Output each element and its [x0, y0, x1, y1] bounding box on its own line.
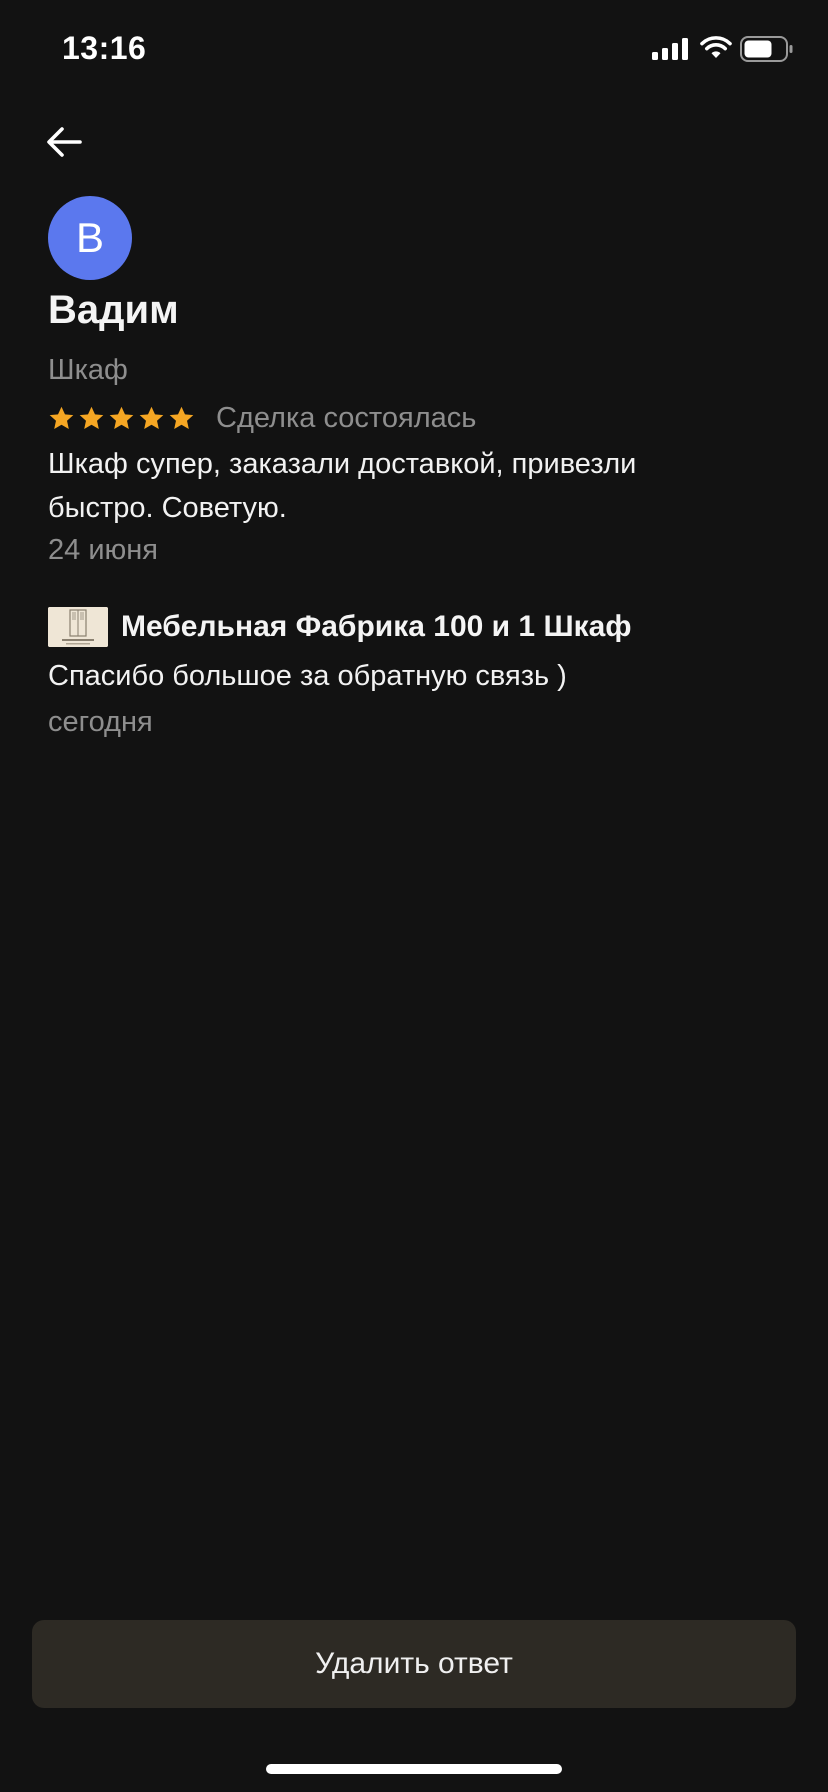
star-icon [169, 406, 194, 429]
battery-icon [740, 36, 793, 62]
avatar-initial: В [75, 214, 104, 261]
home-indicator[interactable] [266, 1764, 562, 1774]
back-button[interactable] [40, 118, 88, 166]
wifi-icon [700, 36, 732, 58]
deal-status: Сделка состоялась [216, 401, 477, 434]
reply-header: Мебельная Фабрика 100 и 1 Шкаф [48, 606, 632, 648]
star-icon [109, 406, 134, 429]
review-text: Шкаф супер, заказали доставкой, привезли… [48, 448, 637, 524]
status-time: 13:16 [62, 30, 147, 66]
reply-text: Спасибо большое за обратную связь ) [48, 660, 567, 692]
avatar: В [48, 196, 132, 280]
seller-name: Мебельная Фабрика 100 и 1 Шкаф [121, 610, 632, 643]
seller-logo [48, 607, 108, 647]
star-rating [48, 405, 195, 432]
star-icon [79, 406, 104, 429]
status-bar: 13:16 [0, 0, 828, 100]
reviewer-name: Вадим [48, 288, 179, 332]
cellular-signal-icon [652, 38, 688, 60]
star-icon [49, 406, 74, 429]
item-name: Шкаф [48, 354, 128, 386]
delete-reply-button[interactable]: Удалить ответ [32, 1620, 796, 1708]
rating-row: Сделка состоялась [48, 398, 476, 438]
review-date: 24 июня [48, 534, 158, 566]
arrow-left-icon [47, 127, 82, 157]
reply-date: сегодня [48, 706, 153, 738]
star-icon [139, 406, 164, 429]
wardrobe-logo-image [48, 607, 108, 647]
